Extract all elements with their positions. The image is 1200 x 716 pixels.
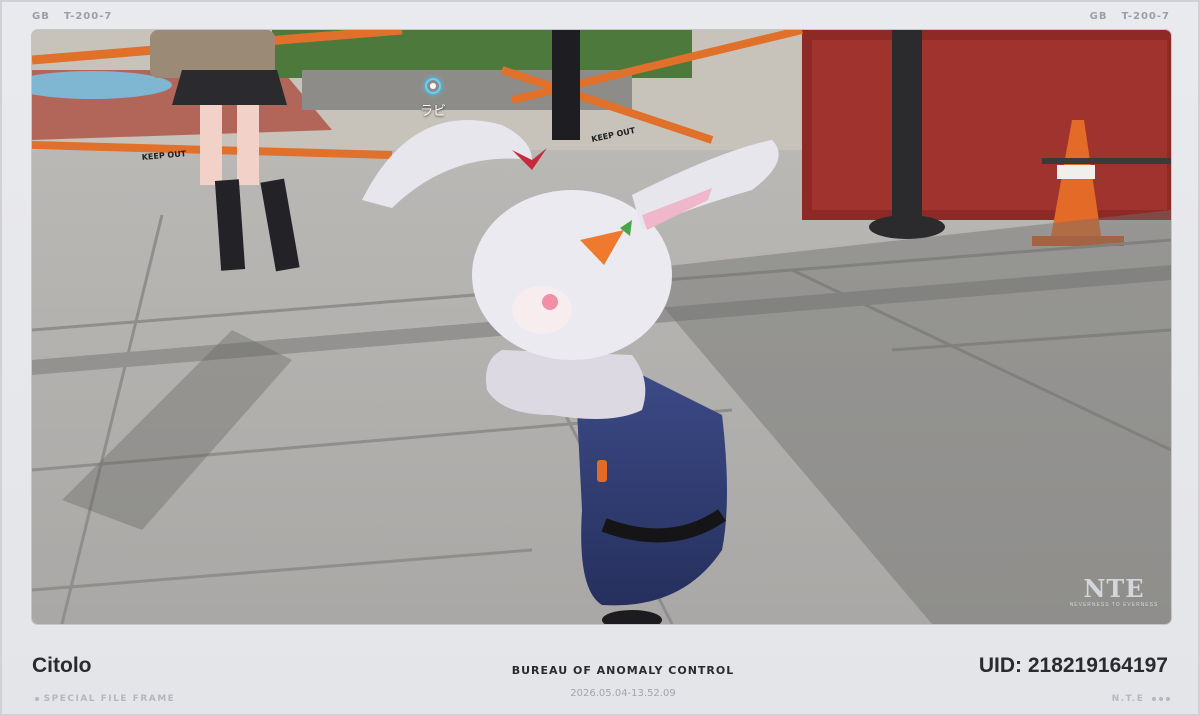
frame-code-top-left: GB T-200-7	[32, 11, 113, 22]
lamp-post-base	[869, 215, 945, 239]
npc-name-label: ラビ	[420, 104, 447, 119]
bullet-icon	[1152, 696, 1156, 701]
barrier-pole	[1042, 158, 1171, 164]
photo-timestamp: 2026.05.04-13.52.09	[570, 688, 676, 699]
nte-logo: NTE	[1083, 574, 1145, 603]
npc-nameplate[interactable]: ラビ	[420, 78, 446, 119]
nte-logo-subtitle: NEVERNESS TO EVERNESS	[1069, 602, 1159, 608]
frame-code-top-right: GB T-200-7	[1089, 11, 1170, 22]
game-screenshot: KEEP OUT KEEP OUT ラビ NTE NEVERNESS TO EV…	[32, 30, 1171, 624]
bullet-icon	[1159, 696, 1163, 701]
npc-leg-right	[237, 105, 259, 185]
interaction-marker-icon	[425, 78, 441, 94]
npc-skirt	[172, 70, 287, 105]
player-uid: UID: 218219164197	[978, 654, 1168, 677]
eye	[542, 294, 558, 310]
red-building-panel	[812, 40, 1167, 210]
game-scene: KEEP OUT KEEP OUT	[32, 30, 1171, 624]
lamp-post	[892, 30, 922, 225]
bullet-icon	[35, 696, 39, 701]
traffic-cone-stripe	[1057, 165, 1095, 179]
planter-wall	[302, 70, 632, 110]
footer-brand-label: N.T.E	[1112, 694, 1170, 704]
footer-frame-label: SPECIAL FILE FRAME	[32, 694, 175, 704]
photo-frame: GB T-200-7 GB T-200-7 KEEP OUT KEEP OUT …	[0, 0, 1200, 716]
npc-leg-left	[200, 105, 222, 185]
belt-tag	[597, 460, 607, 482]
bullet-icon	[1166, 696, 1170, 701]
game-watermark: NTE NEVERNESS TO EVERNESS	[1069, 574, 1159, 608]
npc-background-figure	[552, 30, 580, 140]
face	[512, 286, 572, 334]
